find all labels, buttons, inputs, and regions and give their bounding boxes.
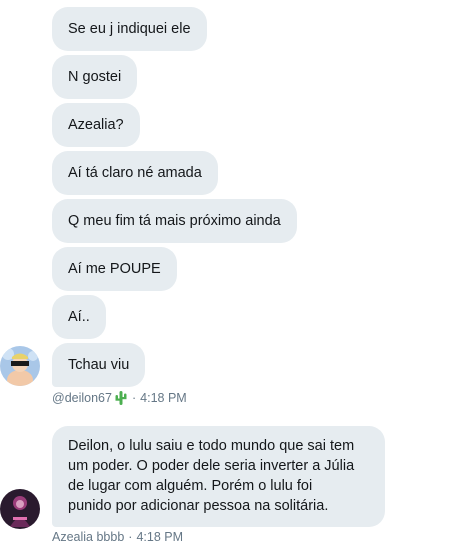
message-bubble[interactable]: Aí tá claro né amada <box>52 151 218 195</box>
sender-handle[interactable]: Azealia bbbb <box>52 530 124 544</box>
message-line: um poder. O poder dele seria inverter a … <box>68 458 355 474</box>
user-avatar-icon <box>0 489 40 529</box>
avatar[interactable] <box>0 346 40 386</box>
separator-dot: · <box>128 530 133 544</box>
message-bubble[interactable]: Deilon, o lulu saiu e todo mundo que sai… <box>52 426 385 527</box>
message-line: punido por adicionar pessoa na solitária… <box>68 498 329 514</box>
user-avatar-icon <box>0 346 40 386</box>
message-bubble[interactable]: N gostei <box>52 55 138 99</box>
message-bubble[interactable]: Aí me POUPE <box>52 247 177 291</box>
message-bubble[interactable]: Se eu j indiquei ele <box>52 7 207 51</box>
message-bubble[interactable]: Azealia? <box>52 103 140 147</box>
message-bubble[interactable]: Tchau viu <box>52 343 146 387</box>
cactus-icon <box>114 390 128 406</box>
message-meta: @deilon67 · 4:18 PM <box>52 390 187 406</box>
message-meta: Azealia bbbb · 4:18 PM <box>52 530 183 544</box>
avatar[interactable] <box>0 489 40 529</box>
message-time[interactable]: 4:18 PM <box>136 530 183 544</box>
message-time[interactable]: 4:18 PM <box>140 391 187 405</box>
separator-dot: · <box>131 391 137 405</box>
message-bubble[interactable]: Q meu fim tá mais próximo ainda <box>52 199 297 243</box>
message-line: de lugar com alguém. Porém o lulu foi <box>68 478 313 494</box>
sender-handle[interactable]: @deilon67 <box>52 391 112 405</box>
message-bubble[interactable]: Aí.. <box>52 295 106 339</box>
message-line: Deilon, o lulu saiu e todo mundo que sai… <box>68 438 355 454</box>
